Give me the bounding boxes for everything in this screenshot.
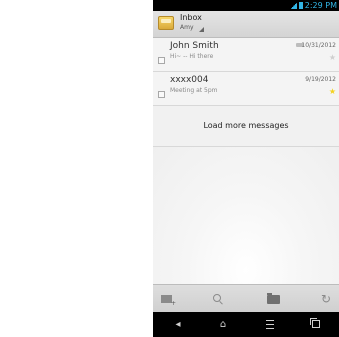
message-sender: John Smith <box>170 41 219 51</box>
battery-icon <box>298 2 303 9</box>
status-time: 2:29 PM <box>304 1 337 10</box>
folders-button[interactable] <box>259 285 289 313</box>
message-date: 9/19/2012 <box>305 76 336 83</box>
message-snippet: Meeting at 5pm <box>170 87 218 94</box>
message-checkbox[interactable] <box>158 57 165 64</box>
menu-icon <box>266 319 274 329</box>
account-name: Amy <box>180 24 194 31</box>
folder-icon <box>267 293 280 304</box>
back-icon: ◂ <box>175 319 181 330</box>
recent-apps-button[interactable] <box>296 312 336 337</box>
search-button[interactable] <box>203 285 233 313</box>
message-snippet: Hi~ -- Hi there <box>170 53 214 60</box>
load-more-button[interactable]: Load more messages <box>153 106 339 147</box>
refresh-icon: ↻ <box>321 292 332 306</box>
phone-screen: 2:29 PM Inbox Amy John Smith Hi~ -- Hi t… <box>153 0 339 337</box>
star-icon[interactable]: ★ <box>329 88 336 96</box>
signal-icon <box>289 3 297 9</box>
compose-button[interactable] <box>153 285 183 313</box>
message-date: 10/31/2012 <box>301 42 336 49</box>
action-bar[interactable]: Inbox Amy <box>153 11 339 38</box>
refresh-button[interactable]: ↻ <box>312 285 339 313</box>
message-list: John Smith Hi~ -- Hi there 10/31/2012 ★ … <box>153 38 339 106</box>
empty-list-area <box>153 147 339 284</box>
account-dropdown-icon[interactable] <box>199 27 204 32</box>
navigation-bar: ◂ ⌂ <box>153 312 339 337</box>
menu-button[interactable] <box>250 312 290 337</box>
star-icon[interactable]: ★ <box>329 54 336 62</box>
message-row[interactable]: John Smith Hi~ -- Hi there 10/31/2012 ★ <box>153 38 339 72</box>
folder-title: Inbox <box>180 13 202 22</box>
home-icon: ⌂ <box>219 319 227 330</box>
email-app-icon[interactable] <box>158 16 174 30</box>
message-sender: xxxx004 <box>170 75 209 85</box>
back-button[interactable]: ◂ <box>158 312 198 337</box>
message-row[interactable]: xxxx004 Meeting at 5pm 9/19/2012 ★ <box>153 72 339 106</box>
status-bar: 2:29 PM <box>153 0 339 11</box>
bottom-toolbar: ↻ <box>153 284 339 313</box>
recent-apps-icon <box>310 318 320 328</box>
home-button[interactable]: ⌂ <box>203 312 243 337</box>
message-checkbox[interactable] <box>158 91 165 98</box>
search-icon <box>213 294 221 302</box>
compose-icon <box>161 295 176 307</box>
